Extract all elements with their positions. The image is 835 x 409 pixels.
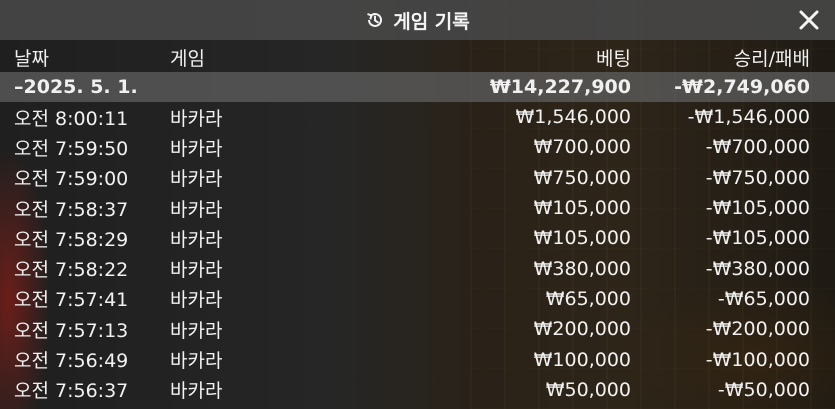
row-game: 바카라 <box>170 289 223 312</box>
table-row[interactable]: 오전 7:56:49 바카라 ₩100,000 -₩100,000 <box>0 344 835 374</box>
close-button[interactable] <box>795 6 823 34</box>
row-time: 오전 7:59:00 <box>14 168 129 191</box>
row-game: 바카라 <box>170 198 223 221</box>
row-time: 오전 7:56:37 <box>14 380 129 403</box>
table-row[interactable]: 오전 7:58:22 바카라 ₩380,000 -₩380,000 <box>0 254 835 284</box>
row-bet: ₩200,000 <box>533 318 631 341</box>
row-time: 오전 7:58:29 <box>14 228 129 251</box>
table-row[interactable]: 오전 7:58:37 바카라 ₩105,000 -₩105,000 <box>0 193 835 223</box>
date-group-row[interactable]: –2025. 5. 1. ₩14,227,900 -₩2,749,060 <box>0 72 835 102</box>
table-row[interactable]: 오전 7:59:50 바카라 ₩700,000 -₩700,000 <box>0 132 835 162</box>
header-result: 승리/패배 <box>733 47 810 70</box>
row-time: 오전 7:57:41 <box>14 289 129 312</box>
table-header: 날짜 게임 베팅 승리/패배 <box>0 42 835 72</box>
row-bet: ₩700,000 <box>533 136 631 159</box>
row-bet: ₩105,000 <box>533 227 631 250</box>
date-group-result-total: -₩2,749,060 <box>674 76 810 98</box>
row-bet: ₩380,000 <box>533 257 631 280</box>
row-game: 바카라 <box>170 168 223 191</box>
row-game: 바카라 <box>170 107 223 130</box>
row-result: -₩105,000 <box>705 197 810 220</box>
row-bet: ₩1,546,000 <box>515 106 631 129</box>
header-date: 날짜 <box>14 47 49 70</box>
history-icon <box>365 10 385 30</box>
row-bet: ₩100,000 <box>533 348 631 371</box>
row-result: -₩50,000 <box>717 378 810 401</box>
date-group-label: –2025. 5. 1. <box>14 76 138 98</box>
row-bet: ₩65,000 <box>545 287 631 310</box>
date-group-bet-total: ₩14,227,900 <box>489 76 631 98</box>
row-time: 오전 8:00:11 <box>14 107 129 130</box>
row-result: -₩105,000 <box>705 227 810 250</box>
dialog-title-group: 게임 기록 <box>365 7 470 34</box>
row-bet: ₩750,000 <box>533 166 631 189</box>
header-game: 게임 <box>170 47 205 70</box>
row-game: 바카라 <box>170 350 223 373</box>
row-time: 오전 7:58:37 <box>14 198 129 221</box>
row-result: -₩100,000 <box>705 348 810 371</box>
row-result: -₩750,000 <box>705 166 810 189</box>
row-result: -₩1,546,000 <box>687 106 810 129</box>
table-row[interactable]: 오전 7:57:13 바카라 ₩200,000 -₩200,000 <box>0 314 835 344</box>
row-time: 오전 7:59:50 <box>14 137 129 160</box>
dialog-title: 게임 기록 <box>393 10 470 33</box>
row-result: -₩200,000 <box>705 318 810 341</box>
row-game: 바카라 <box>170 228 223 251</box>
row-result: -₩380,000 <box>705 257 810 280</box>
row-time: 오전 7:57:13 <box>14 319 129 342</box>
row-result: -₩65,000 <box>717 287 810 310</box>
dialog-titlebar: 게임 기록 <box>0 0 835 40</box>
table-row[interactable]: 오전 7:59:00 바카라 ₩750,000 -₩750,000 <box>0 163 835 193</box>
row-game: 바카라 <box>170 259 223 282</box>
row-bet: ₩105,000 <box>533 197 631 220</box>
row-time: 오전 7:58:22 <box>14 259 129 282</box>
table-row[interactable]: 오전 8:00:11 바카라 ₩1,546,000 -₩1,546,000 <box>0 102 835 132</box>
table-row[interactable]: 오전 7:58:29 바카라 ₩105,000 -₩105,000 <box>0 223 835 253</box>
row-time: 오전 7:56:49 <box>14 350 129 373</box>
row-bet: ₩50,000 <box>545 378 631 401</box>
row-result: -₩700,000 <box>705 136 810 159</box>
close-icon <box>799 10 819 30</box>
header-bet: 베팅 <box>596 47 631 70</box>
table-row[interactable]: 오전 7:57:41 바카라 ₩65,000 -₩65,000 <box>0 284 835 314</box>
row-game: 바카라 <box>170 137 223 160</box>
table-row[interactable]: 오전 7:56:37 바카라 ₩50,000 -₩50,000 <box>0 375 835 405</box>
row-game: 바카라 <box>170 380 223 403</box>
row-game: 바카라 <box>170 319 223 342</box>
